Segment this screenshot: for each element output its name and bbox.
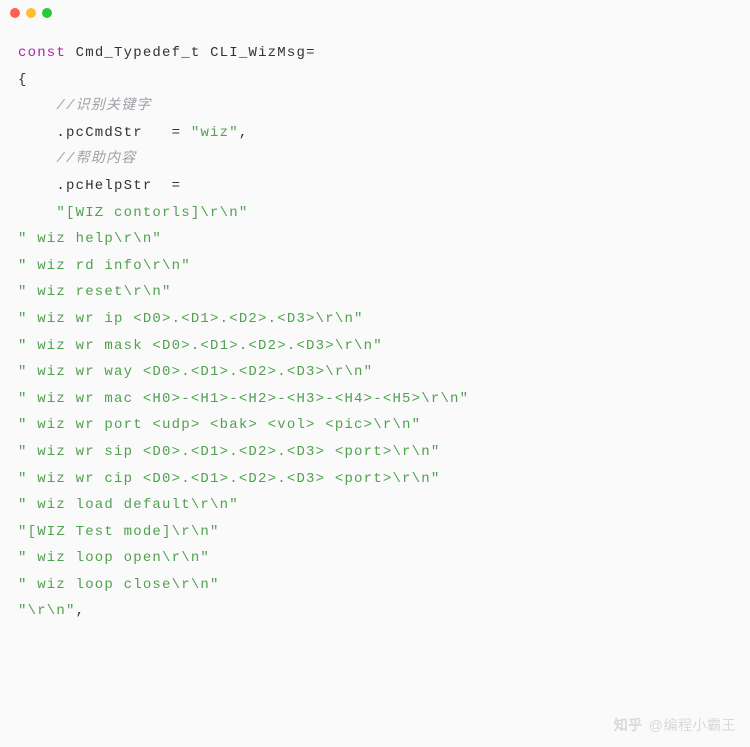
string-line: " wiz wr port <udp> <bak> <vol> <pic>\r\… xyxy=(18,417,421,433)
string-last: "\r\n" xyxy=(18,603,76,619)
window-titlebar xyxy=(0,0,750,26)
equals: = xyxy=(172,125,191,141)
string-line: " wiz help\r\n" xyxy=(18,231,162,247)
close-icon[interactable] xyxy=(10,8,20,18)
comment-keyid: //识别关键字 xyxy=(56,98,151,114)
type-name: Cmd_Typedef_t xyxy=(76,45,201,61)
watermark: 知乎 @编程小霸王 xyxy=(614,712,736,739)
code-block: const Cmd_Typedef_t CLI_WizMsg= { //识别关键… xyxy=(0,26,750,635)
string-line: " wiz loop close\r\n" xyxy=(18,577,220,593)
brace-open: { xyxy=(18,72,28,88)
minimize-icon[interactable] xyxy=(26,8,36,18)
string-line: " wiz reset\r\n" xyxy=(18,284,172,300)
string-wiz: "wiz" xyxy=(191,125,239,141)
field-cmdstr: .pcCmdStr xyxy=(56,125,142,141)
string-line: " wiz load default\r\n" xyxy=(18,497,239,513)
equals: = xyxy=(172,178,182,194)
string-head: "[WIZ contorls]\r\n" xyxy=(56,205,248,221)
string-line: " wiz wr mac <H0>-<H1>-<H2>-<H3>-<H4>-<H… xyxy=(18,391,469,407)
equals-op: = xyxy=(306,45,316,61)
variable-name: CLI_WizMsg xyxy=(210,45,306,61)
comma: , xyxy=(239,125,249,141)
comment-help: //帮助内容 xyxy=(56,151,136,167)
string-line: " wiz wr sip <D0>.<D1>.<D2>.<D3> <port>\… xyxy=(18,444,440,460)
string-line: " wiz wr ip <D0>.<D1>.<D2>.<D3>\r\n" xyxy=(18,311,364,327)
field-helpstr: .pcHelpStr xyxy=(56,178,152,194)
string-line: " wiz rd info\r\n" xyxy=(18,258,191,274)
string-line: " wiz loop open\r\n" xyxy=(18,550,210,566)
zhihu-icon: 知乎 xyxy=(614,712,643,739)
string-line: " wiz wr way <D0>.<D1>.<D2>.<D3>\r\n" xyxy=(18,364,373,380)
string-line: " wiz wr mask <D0>.<D1>.<D2>.<D3>\r\n" xyxy=(18,338,383,354)
watermark-author: @编程小霸王 xyxy=(649,712,736,739)
string-line: "[WIZ Test mode]\r\n" xyxy=(18,524,220,540)
keyword-const: const xyxy=(18,45,66,61)
pad xyxy=(152,178,171,194)
string-line: " wiz wr cip <D0>.<D1>.<D2>.<D3> <port>\… xyxy=(18,471,440,487)
pad xyxy=(143,125,172,141)
zoom-icon[interactable] xyxy=(42,8,52,18)
comma: , xyxy=(76,603,86,619)
